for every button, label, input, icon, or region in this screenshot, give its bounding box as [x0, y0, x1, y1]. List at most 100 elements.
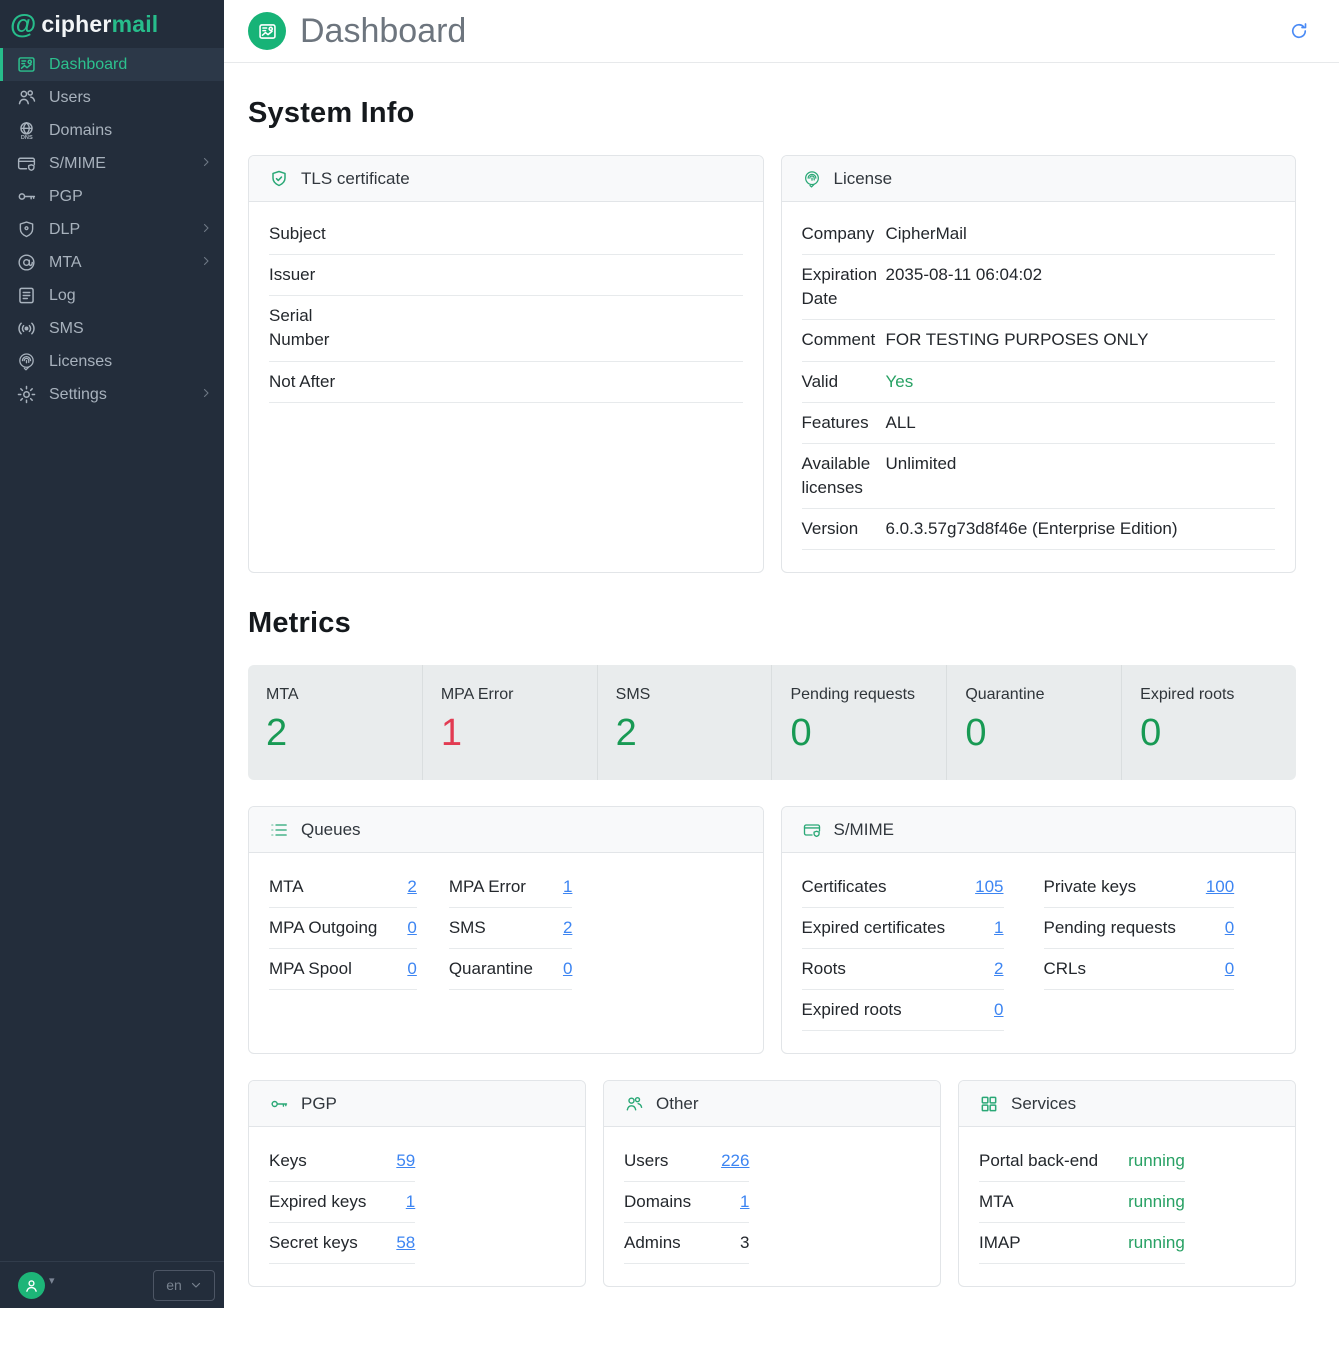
users-count-link[interactable]: 226 — [721, 1151, 749, 1170]
table-row: Certificates105 — [802, 867, 1004, 908]
mta-at-icon — [16, 252, 37, 273]
table-row: Keys59 — [269, 1141, 415, 1182]
queue-count-link[interactable]: 2 — [563, 918, 572, 937]
card-title: Queues — [301, 820, 361, 840]
sidebar-item-licenses[interactable]: Licenses — [0, 345, 224, 378]
chevron-right-icon — [200, 254, 212, 272]
chevron-right-icon — [200, 221, 212, 239]
license-card-header: License — [782, 156, 1296, 202]
pgp-count-link[interactable]: 58 — [396, 1233, 415, 1252]
sidebar-item-settings[interactable]: Settings — [0, 378, 224, 411]
sidebar-item-smime[interactable]: S/MIME — [0, 147, 224, 180]
account-menu-button[interactable]: ▾ — [18, 1272, 55, 1299]
settings-gear-icon — [16, 384, 37, 405]
sidebar-item-label: Users — [49, 89, 91, 107]
logo-text: ciphermail — [41, 11, 158, 38]
queues-table-1: MTA2 MPA Outgoing0 MPA Spool0 — [269, 867, 417, 990]
table-row: CRLs0 — [1044, 949, 1235, 990]
metric-mpa-error: MPA Error 1 — [423, 665, 598, 780]
metrics-heading: Metrics — [248, 607, 1296, 640]
metric-value: 0 — [790, 712, 946, 755]
sms-broadcast-icon — [16, 318, 37, 339]
queues-card-header: Queues — [249, 807, 763, 853]
queue-count-link[interactable]: 1 — [563, 877, 572, 896]
card-title: Services — [1011, 1094, 1076, 1114]
card-title: S/MIME — [834, 820, 894, 840]
table-row: Users226 — [624, 1141, 749, 1182]
pgp-key-icon — [16, 186, 37, 207]
smime-count-link[interactable]: 2 — [994, 959, 1003, 978]
license-icon — [802, 169, 822, 189]
pgp-key-icon — [269, 1094, 289, 1114]
sidebar-footer: ▾ en — [0, 1261, 224, 1308]
main-area: Dashboard System Info TLS certificate Su… — [224, 0, 1339, 1308]
table-row: Portal back-endrunning — [979, 1141, 1185, 1182]
sidebar-item-log[interactable]: Log — [0, 279, 224, 312]
sidebar-item-mta[interactable]: MTA — [0, 246, 224, 279]
metric-value: 1 — [441, 712, 597, 755]
language-select[interactable]: en — [153, 1270, 215, 1301]
users-group-icon — [624, 1094, 644, 1114]
smime-card: S/MIME Certificates105 Expired certifica… — [781, 806, 1297, 1054]
queues-table-2: MPA Error1 SMS2 Quarantine0 — [449, 867, 573, 990]
caret-down-icon: ▾ — [49, 1274, 55, 1287]
avatar — [18, 1272, 45, 1299]
page-header: Dashboard — [224, 0, 1339, 63]
card-title: Other — [656, 1094, 699, 1114]
metric-strip: MTA 2 MPA Error 1 SMS 2 Pending requests… — [248, 665, 1296, 780]
refresh-button[interactable] — [1289, 21, 1309, 41]
other-card-body: Users226 Domains1 Admins3 — [604, 1127, 940, 1286]
pgp-card-header: PGP — [249, 1081, 585, 1127]
sidebar-item-dashboard[interactable]: Dashboard — [0, 48, 224, 81]
sidebar-item-pgp[interactable]: PGP — [0, 180, 224, 213]
smime-count-link[interactable]: 0 — [1225, 959, 1234, 978]
system-info-cards: TLS certificate Subject Issuer Serial Nu… — [248, 155, 1296, 573]
domains-count-link[interactable]: 1 — [740, 1192, 749, 1211]
table-row: Roots2 — [802, 949, 1004, 990]
smime-count-link[interactable]: 100 — [1206, 877, 1234, 896]
queue-count-link[interactable]: 0 — [563, 959, 572, 978]
tls-card-body: Subject Issuer Serial Number Not After — [249, 202, 763, 425]
sidebar-item-users[interactable]: Users — [0, 81, 224, 114]
sidebar-item-domains[interactable]: DNS Domains — [0, 114, 224, 147]
info-row: Not After — [269, 362, 743, 403]
smime-count-link[interactable]: 1 — [994, 918, 1003, 937]
table-row: MPA Spool0 — [269, 949, 417, 990]
services-card-body: Portal back-endrunning MTArunning IMAPru… — [959, 1127, 1295, 1286]
sidebar-item-sms[interactable]: SMS — [0, 312, 224, 345]
sidebar-item-label: S/MIME — [49, 155, 106, 173]
table-row: IMAPrunning — [979, 1223, 1185, 1264]
metric-quarantine: Quarantine 0 — [947, 665, 1122, 780]
pgp-count-link[interactable]: 59 — [396, 1151, 415, 1170]
grid-icon — [979, 1094, 999, 1114]
page-title: Dashboard — [300, 12, 466, 51]
smime-count-link[interactable]: 0 — [1225, 918, 1234, 937]
svg-text:DNS: DNS — [21, 135, 33, 141]
queue-count-link[interactable]: 0 — [407, 918, 416, 937]
info-row: Subject — [269, 214, 743, 255]
smime-icon — [802, 820, 822, 840]
card-title: TLS certificate — [301, 169, 410, 189]
table-row: Admins3 — [624, 1223, 749, 1264]
table-row: SMS2 — [449, 908, 573, 949]
smime-count-link[interactable]: 0 — [994, 1000, 1003, 1019]
metric-value: 0 — [965, 712, 1121, 755]
users-icon — [16, 87, 37, 108]
metric-value: 2 — [616, 712, 772, 755]
user-icon — [23, 1277, 40, 1294]
sidebar-item-dlp[interactable]: DLP — [0, 213, 224, 246]
list-icon — [269, 820, 289, 840]
pgp-count-link[interactable]: 1 — [406, 1192, 415, 1211]
refresh-icon — [1289, 21, 1309, 41]
table-row: Expired roots0 — [802, 990, 1004, 1031]
queue-count-link[interactable]: 2 — [407, 877, 416, 896]
sidebar-item-label: Domains — [49, 122, 112, 140]
smime-table-2: Private keys100 Pending requests0 CRLs0 — [1044, 867, 1235, 990]
pgp-card-body: Keys59 Expired keys1 Secret keys58 — [249, 1127, 585, 1286]
chevron-down-icon — [190, 1279, 202, 1291]
sidebar-nav: Dashboard Users DNS Domains S/MIME PGP D… — [0, 48, 224, 411]
table-row: Expired keys1 — [269, 1182, 415, 1223]
queue-count-link[interactable]: 0 — [407, 959, 416, 978]
shield-check-icon — [269, 169, 289, 189]
smime-count-link[interactable]: 105 — [975, 877, 1003, 896]
